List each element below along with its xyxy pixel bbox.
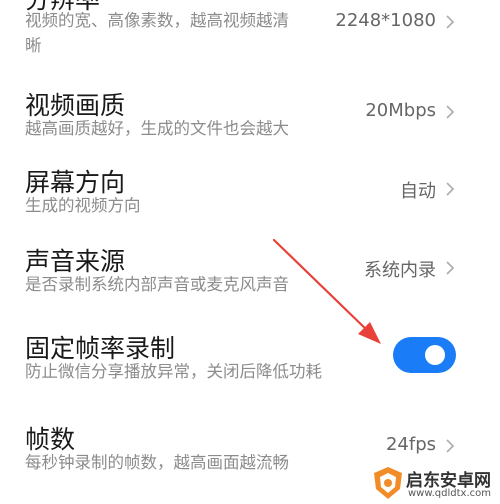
chevron-right-icon <box>446 105 455 119</box>
setting-row-video-quality[interactable]: 视频画质 越高画质越好，生成的文件也会越大 20Mbps <box>0 78 500 146</box>
setting-subtitle: 越高画质越好，生成的文件也会越大 <box>25 119 289 138</box>
setting-title: 屏幕方向 <box>25 168 126 197</box>
setting-title: 固定帧率录制 <box>25 334 176 363</box>
setting-row-fixed-frame-rate: 固定帧率录制 防止微信分享播放异常，关闭后降低功耗 <box>0 321 500 389</box>
setting-subtitle-cont: 晰 <box>25 36 42 55</box>
setting-row-screen-orientation[interactable]: 屏幕方向 生成的视频方向 自动 <box>0 155 500 223</box>
setting-subtitle: 生成的视频方向 <box>25 196 141 215</box>
setting-value: 24fps <box>385 434 436 455</box>
setting-subtitle: 是否录制系统内部声音或麦克风声音 <box>25 275 289 294</box>
chevron-right-icon <box>446 182 455 196</box>
watermark-logo: 启东安卓网 www.qdldtx.com <box>370 462 500 504</box>
chevron-right-icon <box>446 15 455 29</box>
setting-row-resolution[interactable]: 分辨率 视频的宽、高像素数，越高视频越清 晰 2248*1080 <box>0 0 500 70</box>
setting-value: 自动 <box>400 181 436 202</box>
setting-value: 20Mbps <box>365 100 436 121</box>
setting-title: 视频画质 <box>25 91 126 120</box>
setting-row-audio-source[interactable]: 声音来源 是否录制系统内部声音或麦克风声音 系统内录 <box>0 234 500 302</box>
chevron-right-icon <box>446 439 455 453</box>
watermark-url: www.qdldtx.com <box>408 488 491 499</box>
setting-value: 系统内录 <box>364 260 436 281</box>
chevron-right-icon <box>446 261 455 275</box>
screen-recorder-settings: 分辨率 视频的宽、高像素数，越高视频越清 晰 2248*1080 视频画质 越高… <box>0 0 500 504</box>
setting-subtitle: 每秒钟录制的帧数，越高画面越流畅 <box>25 453 289 472</box>
watermark-shield-icon <box>374 467 402 499</box>
setting-title: 帧数 <box>25 425 76 454</box>
fixed-frame-rate-toggle[interactable] <box>393 337 456 373</box>
setting-title: 声音来源 <box>25 247 126 276</box>
setting-subtitle: 防止微信分享播放异常，关闭后降低功耗 <box>25 362 322 381</box>
setting-value: 2248*1080 <box>335 10 436 31</box>
toggle-knob <box>425 345 445 365</box>
setting-subtitle: 视频的宽、高像素数，越高视频越清 <box>25 11 289 30</box>
